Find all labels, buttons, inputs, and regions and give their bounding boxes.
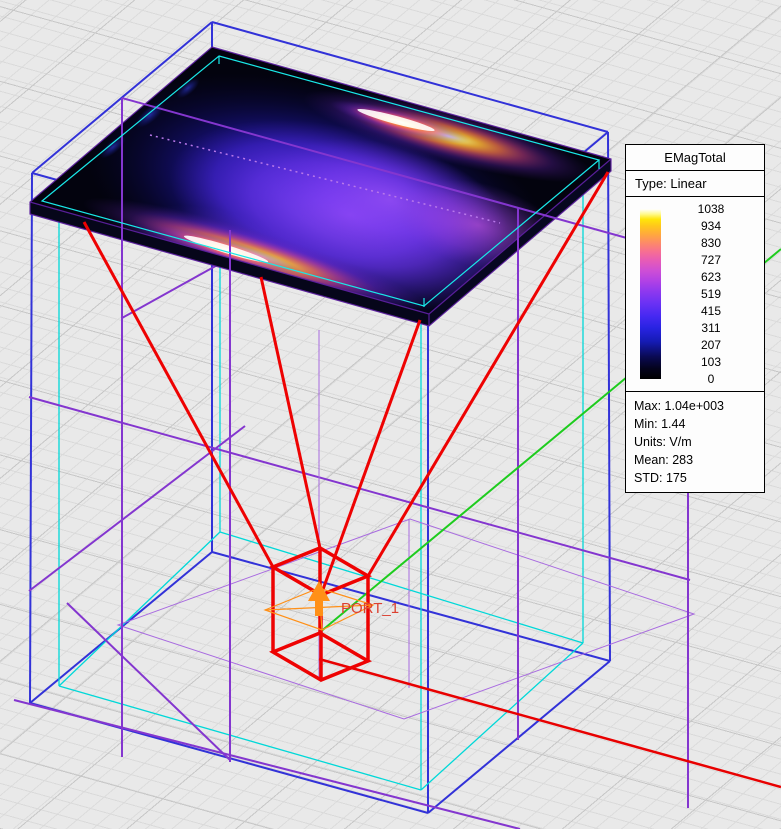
tick-label: 103: [668, 354, 754, 370]
excitation-arrow-icon: [308, 581, 330, 616]
legend-statistics: Max: 1.04e+003 Min: 1.44 Units: V/m Mean…: [626, 392, 764, 492]
stat-mean: Mean: 283: [634, 451, 756, 469]
tick-label: 415: [668, 303, 754, 319]
tick-label: 311: [668, 320, 754, 336]
legend-title: EMagTotal: [626, 145, 764, 171]
legend-color-scale: 1038 934 830 727 623 519 415 311 207 103…: [626, 197, 764, 392]
stat-units: Units: V/m: [634, 433, 756, 451]
tick-label: 0: [668, 371, 754, 387]
3d-modeler-viewport[interactable]: PORT_1 EMagTotal Type: Linear 1038 934 8…: [0, 0, 781, 829]
tick-label: 1038: [668, 201, 754, 217]
x-axis-red: [319, 659, 781, 787]
tick-label: 623: [668, 269, 754, 285]
field-plot-surface: [20, 27, 620, 379]
stat-min: Min: 1.44: [634, 415, 756, 433]
tick-label: 934: [668, 218, 754, 234]
pml-wireframe-back: [14, 258, 690, 829]
tick-label: 830: [668, 235, 754, 251]
field-legend-panel[interactable]: EMagTotal Type: Linear 1038 934 830 727 …: [625, 144, 765, 493]
stat-max: Max: 1.04e+003: [634, 397, 756, 415]
legend-scale-type: Type: Linear: [626, 171, 764, 197]
tick-label: 519: [668, 286, 754, 302]
colorbar-tick-labels: 1038 934 830 727 623 519 415 311 207 103…: [668, 201, 754, 387]
stat-std: STD: 175: [634, 469, 756, 487]
port-label: PORT_1: [341, 600, 399, 617]
colorbar: [640, 209, 661, 379]
tick-label: 207: [668, 337, 754, 353]
tick-label: 727: [668, 252, 754, 268]
